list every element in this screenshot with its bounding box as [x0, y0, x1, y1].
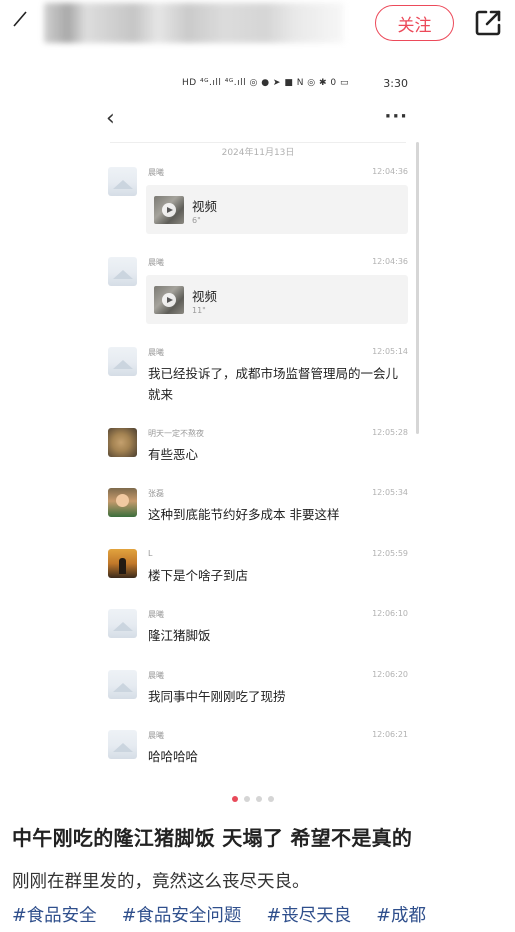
post-title: 中午刚吃的隆江猪脚饭 天塌了 希望不是真的	[12, 826, 413, 850]
hashtag[interactable]: #食品安全	[12, 902, 97, 927]
phone-status-bar: HD ⁴ᴳ.ıll ⁴ᴳ.ıll ◎ ● ➤ ■ N ◎ ✱ 0 ▭ 3:30	[90, 76, 420, 96]
post-body: 刚刚在群里发的，竟然这么丧尽天良。	[12, 872, 310, 892]
date-separator: 2024年11月13日	[110, 142, 406, 158]
chat-message: 晨曦 12:06:10 隆江猪脚饭	[108, 609, 408, 649]
message-text: 哈哈哈哈	[148, 749, 199, 764]
play-icon	[162, 293, 176, 307]
message-text: 我同事中午刚刚吃了现捞	[148, 689, 286, 704]
message-text: 这种到底能节约好多成本 非要这样	[148, 507, 340, 522]
avatar	[108, 488, 137, 517]
message-time: 12:05:14	[372, 347, 408, 356]
sender-name: 明天一定不熬夜	[148, 429, 204, 438]
avatar	[108, 609, 137, 638]
message-time: 12:05:28	[372, 428, 408, 437]
hashtag[interactable]: #成都	[376, 902, 426, 927]
blurred-author-info	[44, 3, 344, 43]
hashtag[interactable]: #丧尽天良	[267, 902, 352, 927]
hashtag[interactable]: #食品安全问题	[122, 902, 242, 927]
chat-message: 晨曦 12:06:20 我同事中午刚刚吃了现捞	[108, 670, 408, 710]
status-icons: HD ⁴ᴳ.ıll ⁴ᴳ.ıll ◎ ● ➤ ■ N ◎ ✱ 0 ▭	[182, 78, 349, 88]
message-text: 有些恶心	[148, 447, 199, 462]
message-time: 12:06:10	[372, 609, 408, 618]
avatar	[108, 730, 137, 759]
message-time: 12:06:20	[372, 670, 408, 679]
pager-dot[interactable]	[256, 796, 262, 802]
message-time: 12:05:59	[372, 549, 408, 558]
sender-name: 晨曦	[148, 348, 164, 357]
chat-message: 晨曦 12:06:21 哈哈哈哈	[108, 730, 408, 770]
message-time: 12:06:21	[372, 730, 408, 739]
play-icon	[162, 203, 176, 217]
share-icon[interactable]	[472, 7, 504, 39]
video-message[interactable]: 视频 11"	[146, 275, 408, 324]
sender-name: 晨曦	[148, 731, 164, 740]
pager-dot[interactable]	[268, 796, 274, 802]
sender-name: 晨曦	[148, 671, 164, 680]
avatar	[108, 167, 137, 196]
video-title: 视频	[192, 289, 218, 304]
more-icon[interactable]: ···	[384, 106, 408, 127]
pager-dot-active[interactable]	[232, 796, 238, 802]
message-time: 12:05:34	[372, 488, 408, 497]
follow-button[interactable]: 关注	[375, 5, 454, 41]
message-time: 12:04:36	[372, 257, 408, 266]
chat-message: 晨曦 12:04:36 视频 11"	[108, 257, 408, 327]
chat-message: L 12:05:59 楼下是个啥子到店	[108, 549, 408, 589]
video-duration: 6"	[192, 216, 201, 225]
chat-message: 张磊 12:05:34 这种到底能节约好多成本 非要这样	[108, 488, 408, 528]
sender-name: 张磊	[148, 489, 164, 498]
scrollbar	[416, 142, 419, 434]
chat-message: 晨曦 12:05:14 我已经投诉了，成都市场监督管理局的一会儿就来	[108, 347, 408, 407]
hashtag-list: #食品安全 #食品安全问题 #丧尽天良 #成都	[12, 902, 512, 930]
sender-name: L	[148, 549, 153, 558]
avatar	[108, 549, 137, 578]
avatar	[108, 670, 137, 699]
chat-message: 明天一定不熬夜 12:05:28 有些恶心	[108, 428, 408, 468]
video-title: 视频	[192, 199, 218, 214]
avatar	[108, 428, 137, 457]
edit-icon[interactable]	[10, 8, 32, 30]
video-thumbnail	[154, 196, 184, 224]
video-duration: 11"	[192, 306, 206, 315]
video-message[interactable]: 视频 6"	[146, 185, 408, 234]
sender-name: 晨曦	[148, 258, 164, 267]
message-text: 楼下是个啥子到店	[148, 568, 249, 583]
top-bar: 关注	[0, 0, 515, 48]
avatar	[108, 257, 137, 286]
avatar	[108, 347, 137, 376]
image-pager	[232, 796, 282, 804]
video-thumbnail	[154, 286, 184, 314]
chevron-left-icon[interactable]: ‹	[106, 108, 115, 130]
message-text: 隆江猪脚饭	[148, 628, 211, 643]
sender-name: 晨曦	[148, 610, 164, 619]
sender-name: 晨曦	[148, 168, 164, 177]
pager-dot[interactable]	[244, 796, 250, 802]
post-image-chat-screenshot[interactable]: HD ⁴ᴳ.ıll ⁴ᴳ.ıll ◎ ● ➤ ■ N ◎ ✱ 0 ▭ 3:30 …	[90, 62, 426, 782]
chat-message: 晨曦 12:04:36 视频 6"	[108, 167, 408, 237]
message-text: 我已经投诉了，成都市场监督管理局的一会儿就来	[148, 366, 399, 402]
message-time: 12:04:36	[372, 167, 408, 176]
status-time: 3:30	[383, 77, 408, 90]
